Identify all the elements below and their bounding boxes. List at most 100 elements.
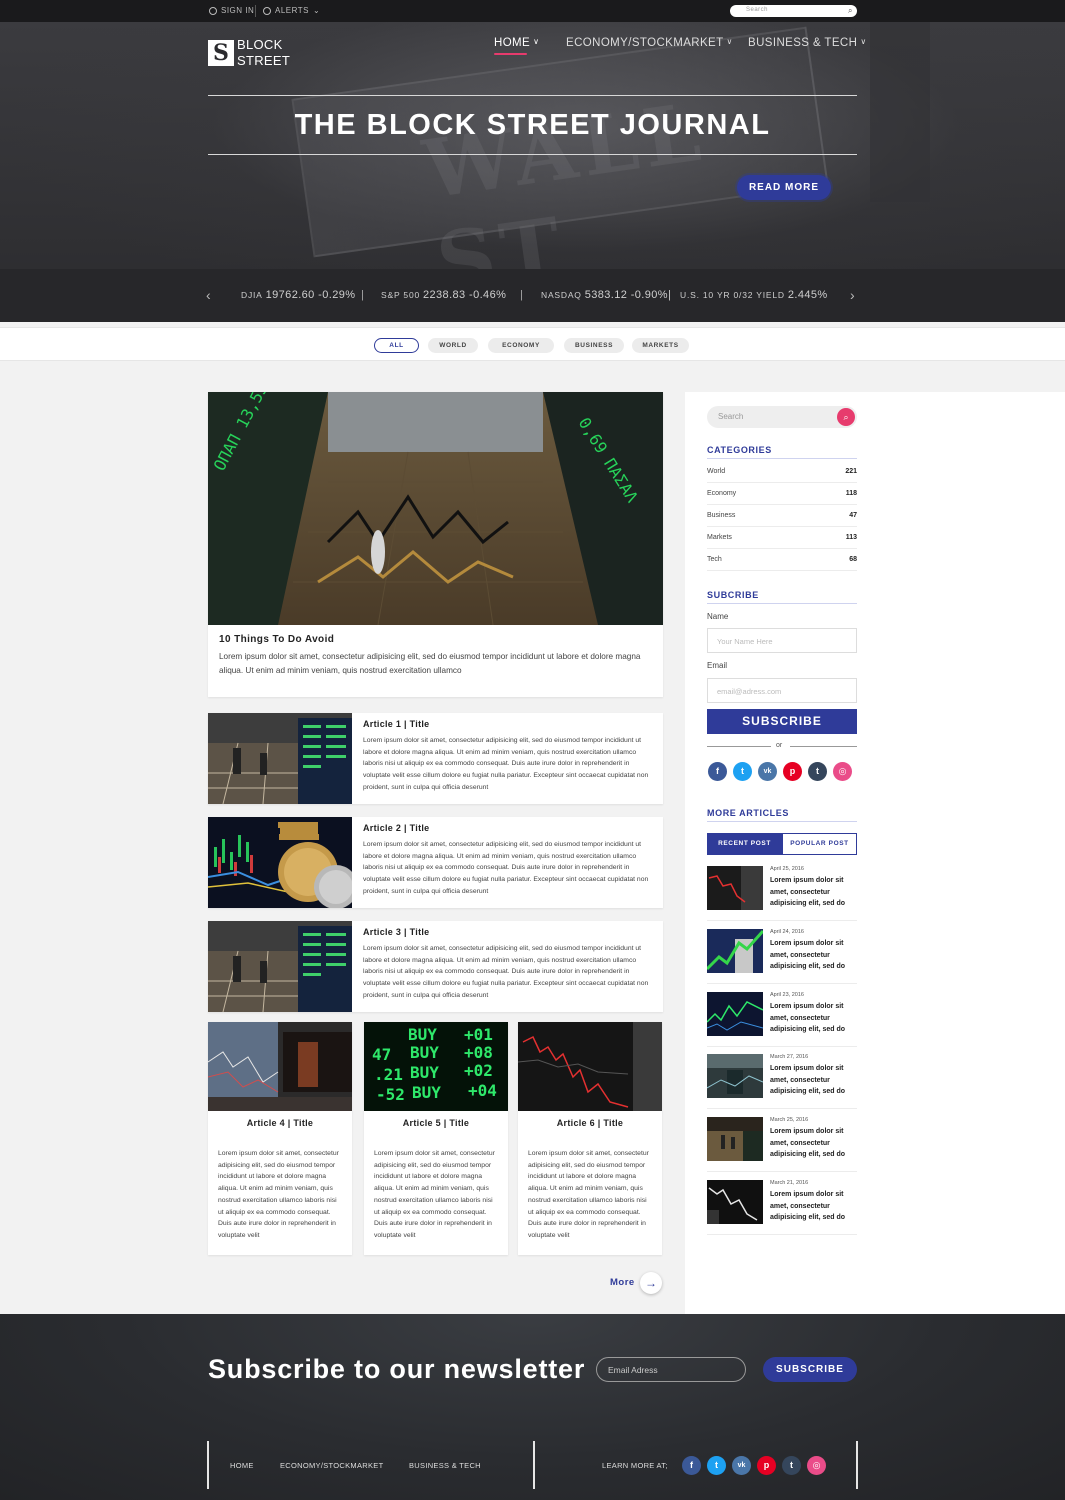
footer-link-economy[interactable]: ECONOMY/STOCKMARKET [280, 1461, 384, 1470]
article-title[interactable]: Article 3 | Title [363, 927, 429, 937]
post-title[interactable]: Lorem ipsum dolor sit amet, consectetur … [770, 1189, 860, 1224]
read-more-button[interactable]: READ MORE [737, 175, 831, 200]
vk-icon[interactable]: vk [732, 1456, 751, 1475]
search-icon[interactable]: ⌕ [837, 408, 855, 426]
category-name: World [707, 468, 726, 475]
article-thumbnail[interactable] [518, 1022, 662, 1111]
nav-home[interactable]: HOME ∨ [494, 37, 539, 55]
post-title[interactable]: Lorem ipsum dolor sit amet, consectetur … [770, 1001, 860, 1036]
tumblr-icon[interactable]: t [808, 762, 827, 781]
pinterest-icon[interactable]: p [783, 762, 802, 781]
post-thumbnail[interactable] [707, 1180, 763, 1224]
sidebar-post[interactable]: March 21, 2016 Lorem ipsum dolor sit ame… [707, 1180, 857, 1235]
category-item-economy[interactable]: Economy 118 [707, 483, 857, 505]
alerts-dropdown[interactable]: ALERTS ⌄ [263, 6, 320, 15]
tumblr-icon[interactable]: t [782, 1456, 801, 1475]
email-field[interactable]: email@adress.com [707, 678, 857, 703]
category-item-markets[interactable]: Markets 113 [707, 527, 857, 549]
logo-mark: S [208, 40, 234, 66]
vk-icon[interactable]: vk [758, 762, 777, 781]
site-logo[interactable]: S BLOCK STREET [208, 37, 290, 69]
tab-recent-post[interactable]: RECENT POST [707, 833, 782, 855]
ticker-separator: | [361, 289, 364, 301]
article-thumbnail[interactable] [208, 817, 352, 908]
sidebar-post[interactable]: April 23, 2016 Lorem ipsum dolor sit ame… [707, 992, 857, 1047]
ticker-value: 19762.60 -0.29% [265, 289, 356, 301]
search-icon[interactable]: ⌕ [848, 6, 853, 16]
post-title[interactable]: Lorem ipsum dolor sit amet, consectetur … [770, 1063, 860, 1098]
post-thumbnail[interactable] [707, 866, 763, 910]
sidebar-search-input[interactable]: Search ⌕ [707, 406, 857, 428]
filter-business[interactable]: BUSINESS [564, 338, 624, 353]
category-item-tech[interactable]: Tech 68 [707, 549, 857, 571]
sidebar-post[interactable]: March 27, 2016 Lorem ipsum dolor sit ame… [707, 1054, 857, 1109]
dribbble-icon[interactable]: ◎ [833, 762, 852, 781]
sidebar-post[interactable]: April 24, 2016 Lorem ipsum dolor sit ame… [707, 929, 857, 984]
sidebar-post[interactable]: April 25, 2016 Lorem ipsum dolor sit ame… [707, 866, 857, 921]
ticker-quote: NASDAQ 5383.12 -0.90%| [541, 289, 671, 301]
name-field[interactable]: Your Name Here [707, 628, 857, 653]
filter-world[interactable]: WORLD [428, 338, 478, 353]
tab-popular-post[interactable]: POPULAR POST [782, 833, 857, 855]
nav-business[interactable]: BUSINESS & TECH ∨ [748, 37, 867, 49]
post-thumbnail[interactable] [707, 929, 763, 973]
article-title[interactable]: Article 5 | Title [364, 1118, 508, 1128]
svg-text:.21: .21 [374, 1065, 403, 1084]
svg-text:BUY: BUY [412, 1083, 441, 1102]
post-thumbnail[interactable] [707, 1054, 763, 1098]
post-title[interactable]: Lorem ipsum dolor sit amet, consectetur … [770, 1126, 860, 1161]
featured-article-title[interactable]: 10 Things To Do Avoid [219, 634, 334, 645]
article-thumbnail[interactable] [208, 713, 352, 804]
filter-all[interactable]: ALL [374, 338, 419, 353]
post-tabs: RECENT POST POPULAR POST [707, 833, 857, 855]
article-excerpt: Lorem ipsum dolor sit amet, consectetur … [218, 1150, 339, 1239]
nav-economy-label: ECONOMY/STOCKMARKET [566, 37, 724, 49]
article-title[interactable]: Article 4 | Title [208, 1118, 352, 1128]
filter-markets[interactable]: MARKETS [632, 338, 689, 353]
article-title[interactable]: Article 2 | Title [363, 823, 429, 833]
twitter-icon[interactable]: t [707, 1456, 726, 1475]
svg-text:+08: +08 [464, 1043, 493, 1062]
post-date: April 24, 2016 [770, 929, 804, 935]
post-thumbnail[interactable] [707, 992, 763, 1036]
filter-economy[interactable]: ECONOMY [488, 338, 554, 353]
footer-link-home[interactable]: HOME [230, 1461, 254, 1470]
newsletter-subscribe-button[interactable]: SUBSCRIBE [763, 1357, 857, 1382]
footer-link-business[interactable]: BUSINESS & TECH [409, 1461, 481, 1470]
article-thumbnail[interactable] [208, 1022, 352, 1111]
category-item-world[interactable]: World 221 [707, 461, 857, 483]
ticker-next-icon[interactable]: › [850, 287, 855, 303]
category-item-business[interactable]: Business 47 [707, 505, 857, 527]
svg-text:BUY: BUY [410, 1043, 439, 1062]
arrow-right-icon[interactable]: → [640, 1272, 662, 1294]
post-thumbnail-image [707, 866, 763, 910]
facebook-icon[interactable]: f [682, 1456, 701, 1475]
facebook-icon[interactable]: f [708, 762, 727, 781]
dribbble-icon[interactable]: ◎ [807, 1456, 826, 1475]
category-count: 118 [845, 490, 857, 497]
sidebar-post[interactable]: March 25, 2016 Lorem ipsum dolor sit ame… [707, 1117, 857, 1172]
article-title[interactable]: Article 1 | Title [363, 719, 429, 729]
categories-heading: CATEGORIES [707, 445, 772, 455]
featured-article-image[interactable]: ΟΠΑΠ 13,55 0,69 ΠΑΣΑΛ [208, 392, 663, 625]
ticker-quote: S&P 500 2238.83 -0.46% [381, 289, 506, 301]
nav-economy[interactable]: ECONOMY/STOCKMARKET ∨ [566, 37, 733, 49]
twitter-icon[interactable]: t [733, 762, 752, 781]
user-icon [209, 6, 217, 15]
article-thumbnail[interactable]: BUY +01 47 BUY +08 .21 BUY +02 -52 BUY +04 [364, 1022, 508, 1111]
article-title[interactable]: Article 6 | Title [518, 1118, 662, 1128]
newsletter-email-input[interactable]: Email Adress [596, 1357, 746, 1382]
ticker-quote: U.S. 10 YR 0/32 YIELD 2.445% [680, 289, 828, 301]
pinterest-icon[interactable]: p [757, 1456, 776, 1475]
sign-in-link[interactable]: SIGN IN [209, 6, 254, 15]
post-title[interactable]: Lorem ipsum dolor sit amet, consectetur … [770, 875, 860, 910]
top-search-placeholder: Search [746, 7, 769, 13]
article-thumbnail[interactable] [208, 921, 352, 1012]
sidebar-subscribe-button[interactable]: SUBSCRIBE [707, 709, 857, 734]
top-search-input[interactable]: Search ⌕ [730, 5, 857, 17]
ticker-prev-icon[interactable]: ‹ [206, 287, 211, 303]
post-thumbnail[interactable] [707, 1117, 763, 1161]
post-date: April 25, 2016 [770, 866, 804, 872]
more-articles-link[interactable]: More [610, 1277, 635, 1288]
post-title[interactable]: Lorem ipsum dolor sit amet, consectetur … [770, 938, 860, 973]
